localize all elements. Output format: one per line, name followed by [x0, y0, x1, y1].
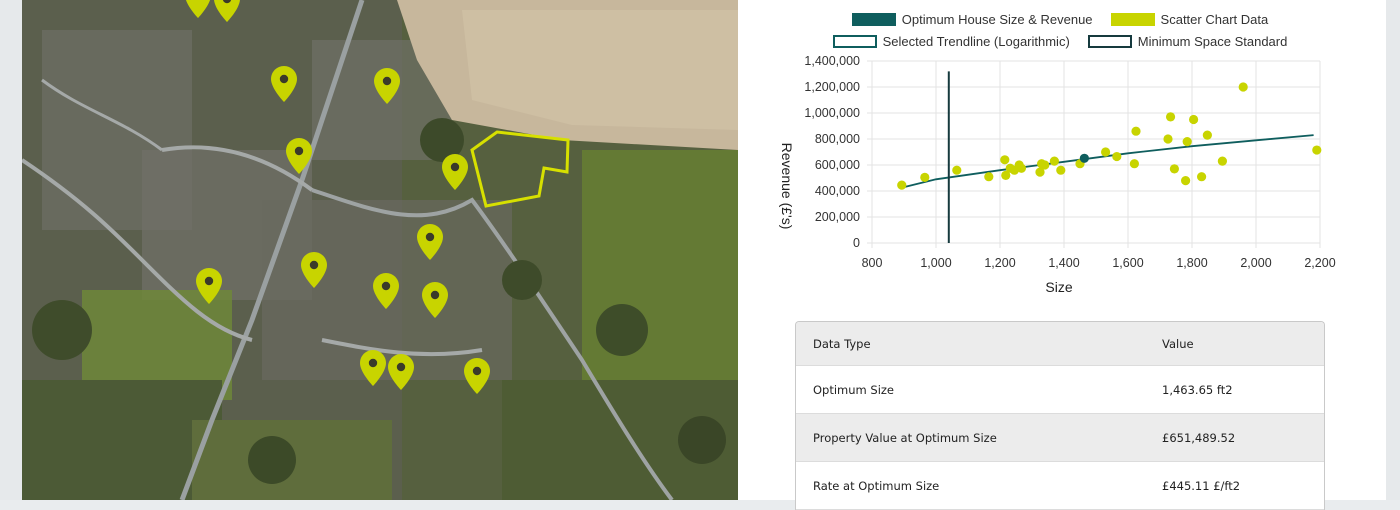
location-marker-icon[interactable]	[286, 138, 312, 174]
chart-gridlines	[867, 60, 1321, 248]
table-header-row: Data Type Value	[796, 322, 1324, 366]
scatter-point	[1197, 172, 1207, 182]
chart-points	[897, 82, 1322, 190]
scatter-point	[1169, 164, 1179, 174]
y-tick-label: 400,000	[815, 184, 860, 198]
x-tick-label: 1,800	[1176, 256, 1207, 270]
scatter-point	[920, 172, 930, 182]
location-marker-icon[interactable]	[360, 350, 386, 386]
location-marker-icon[interactable]	[442, 154, 468, 190]
location-marker-icon[interactable]	[185, 0, 211, 18]
left-gutter	[0, 0, 22, 500]
x-axis-label: Size	[1045, 279, 1072, 295]
row-label: Rate at Optimum Size	[813, 478, 940, 493]
results-table: Data Type Value Optimum Size 1,463.65 ft…	[795, 321, 1325, 510]
location-marker-icon[interactable]	[417, 224, 443, 260]
legend-item-optimum[interactable]: Optimum House Size & Revenue	[851, 11, 1093, 27]
x-tick-label: 1,600	[1112, 256, 1143, 270]
table-row: Property Value at Optimum Size £651,489.…	[796, 414, 1324, 462]
trendline	[903, 134, 1314, 188]
row-label: Property Value at Optimum Size	[813, 430, 997, 445]
column-header-data-type: Data Type	[813, 336, 871, 351]
location-marker-icon[interactable]	[301, 252, 327, 288]
table-row: Optimum Size 1,463.65 ft2	[796, 366, 1324, 414]
scatter-point	[1016, 163, 1027, 173]
x-tick-label: 1,200	[984, 256, 1015, 270]
scatter-point	[1202, 130, 1212, 140]
legend-label: Selected Trendline (Logarithmic)	[882, 33, 1070, 49]
row-value: 1,463.65 ft2	[1162, 382, 1233, 397]
legend-label: Optimum House Size & Revenue	[901, 11, 1093, 27]
y-tick-label: 600,000	[815, 158, 860, 172]
scatter-point	[1182, 137, 1192, 147]
location-marker-icon[interactable]	[374, 68, 400, 104]
scatter-point	[1165, 112, 1176, 122]
row-value: £651,489.52	[1162, 430, 1236, 445]
location-marker-icon[interactable]	[214, 0, 240, 22]
scatter-point	[1040, 160, 1050, 170]
chart-legend: Optimum House Size & Revenue Scatter Cha…	[740, 8, 1380, 52]
legend-item-scatter[interactable]: Scatter Chart Data	[1110, 11, 1269, 27]
y-tick-label: 1,200,000	[804, 80, 860, 94]
optimum-point	[1079, 153, 1089, 163]
y-tick-label: 1,400,000	[804, 54, 860, 68]
y-tick-label: 200,000	[815, 210, 860, 224]
y-tick-label: 0	[853, 236, 860, 250]
legend-item-trendline[interactable]: Selected Trendline (Logarithmic)	[832, 33, 1070, 49]
location-marker-icon[interactable]	[388, 354, 414, 390]
location-marker-icon[interactable]	[373, 273, 399, 309]
scatter-point	[1112, 151, 1122, 162]
scatter-point	[1056, 165, 1066, 175]
scatter-point	[1238, 82, 1248, 92]
x-tick-label: 2,200	[1304, 256, 1335, 270]
x-tick-label: 800	[862, 256, 883, 270]
y-tick-label: 800,000	[815, 132, 860, 146]
y-tick-label: 1,000,000	[804, 106, 860, 120]
table-row: Rate at Optimum Size £445.11 £/ft2	[796, 462, 1324, 510]
right-gutter	[1386, 0, 1400, 500]
column-header-value: Value	[1162, 336, 1194, 351]
legend-swatch-optimum	[851, 12, 896, 26]
location-marker-icon[interactable]	[196, 268, 222, 304]
scatter-point	[1131, 126, 1141, 136]
location-marker-icon[interactable]	[422, 282, 448, 318]
x-tick-label: 2,000	[1240, 256, 1271, 270]
scatter-chart[interactable]: 800 1,000 1,200 1,400 1,600 1,800 2,000 2,200 0 2…	[738, 50, 1378, 305]
row-label: Optimum Size	[813, 382, 895, 397]
scatter-point	[1049, 156, 1059, 166]
scatter-point	[1312, 145, 1322, 155]
scatter-point	[952, 165, 962, 175]
legend-label: Minimum Space Standard	[1137, 33, 1288, 49]
row-value: £445.11 £/ft2	[1162, 478, 1241, 493]
scatter-point	[984, 172, 994, 182]
legend-swatch-scatter	[1110, 12, 1155, 26]
scatter-point	[1217, 156, 1227, 166]
legend-item-min-space[interactable]: Minimum Space Standard	[1087, 33, 1288, 49]
scatter-point	[1000, 155, 1010, 165]
y-axis-label: Revenue (£'s)	[779, 143, 795, 230]
legend-swatch-min-space	[1087, 34, 1132, 48]
scatter-point	[1163, 134, 1173, 144]
scatter-point	[1189, 114, 1199, 125]
location-marker-icon[interactable]	[464, 358, 490, 394]
aerial-map[interactable]	[22, 0, 738, 500]
scatter-point	[1129, 159, 1139, 169]
location-marker-icon[interactable]	[271, 66, 297, 102]
legend-swatch-trendline	[832, 34, 877, 48]
x-tick-label: 1,000	[920, 256, 951, 270]
scatter-point	[897, 180, 907, 190]
legend-label: Scatter Chart Data	[1160, 11, 1269, 27]
scatter-point	[1181, 176, 1191, 186]
scatter-point	[1101, 147, 1111, 157]
x-tick-label: 1,400	[1048, 256, 1079, 270]
